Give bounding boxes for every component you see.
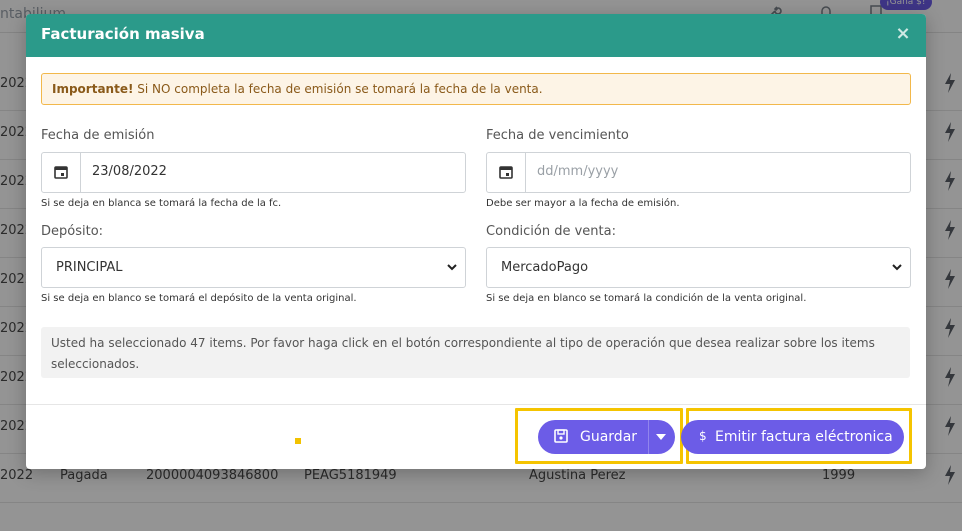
condicion-venta-value[interactable]: MercadoPago [501, 260, 588, 275]
alert-strong: Importante! [52, 82, 134, 96]
deposito-select[interactable]: PRINCIPAL [41, 247, 466, 288]
close-icon[interactable]: × [894, 23, 912, 45]
save-button[interactable]: Guardar [538, 420, 675, 454]
alert-text: Importante! Si NO completa la fecha de e… [52, 82, 543, 96]
fecha-vencimiento-label: Fecha de vencimiento [486, 128, 629, 143]
deposito-value[interactable]: PRINCIPAL [56, 260, 123, 275]
fecha-emision-help: Si se deja en blanca se tomará la fecha … [41, 198, 282, 209]
fecha-vencimiento-help: Debe ser mayor a la fecha de emisión. [486, 198, 680, 209]
chevron-down-icon[interactable] [445, 260, 459, 274]
emit-invoice-button[interactable]: $ Emitir factura eléctronica [681, 420, 904, 454]
emit-invoice-label: Emitir factura eléctronica [715, 429, 893, 445]
save-split-divider [648, 420, 649, 454]
chevron-down-icon[interactable] [890, 260, 904, 274]
condicion-venta-label: Condición de venta: [486, 224, 616, 239]
bulk-invoice-modal: Facturación masiva × Importante! Si NO c… [26, 14, 926, 469]
fecha-vencimiento-field[interactable]: dd/mm/yyyy [486, 152, 911, 193]
modal-title: Facturación masiva [41, 25, 205, 43]
fecha-emision-label: Fecha de emisión [41, 128, 155, 143]
footer-divider [26, 404, 926, 405]
important-alert: Importante! Si NO completa la fecha de e… [41, 73, 911, 105]
condicion-venta-select[interactable]: MercadoPago [486, 247, 911, 288]
floppy-disk-icon [554, 429, 568, 443]
loading-indicator [295, 438, 301, 444]
selection-info-text: Usted ha seleccionado 47 items. Por favo… [51, 336, 875, 371]
calendar-icon[interactable] [487, 153, 526, 192]
deposito-help: Si se deja en blanco se tomará el depósi… [41, 293, 357, 304]
caret-down-icon[interactable] [656, 434, 666, 440]
dollar-icon: $ [699, 429, 707, 443]
selection-info-box: Usted ha seleccionado 47 items. Por favo… [41, 327, 910, 378]
fecha-vencimiento-placeholder[interactable]: dd/mm/yyyy [537, 164, 618, 179]
deposito-label: Depósito: [41, 224, 104, 239]
alert-message: Si NO completa la fecha de emisión se to… [133, 82, 543, 96]
modal-header: Facturación masiva × [26, 14, 926, 57]
fecha-emision-value[interactable]: 23/08/2022 [92, 164, 167, 179]
fecha-emision-field[interactable]: 23/08/2022 [41, 152, 466, 193]
calendar-icon[interactable] [42, 153, 81, 192]
save-button-label: Guardar [580, 429, 638, 445]
condicion-venta-help: Si se deja en blanco se tomará la condic… [486, 293, 807, 304]
